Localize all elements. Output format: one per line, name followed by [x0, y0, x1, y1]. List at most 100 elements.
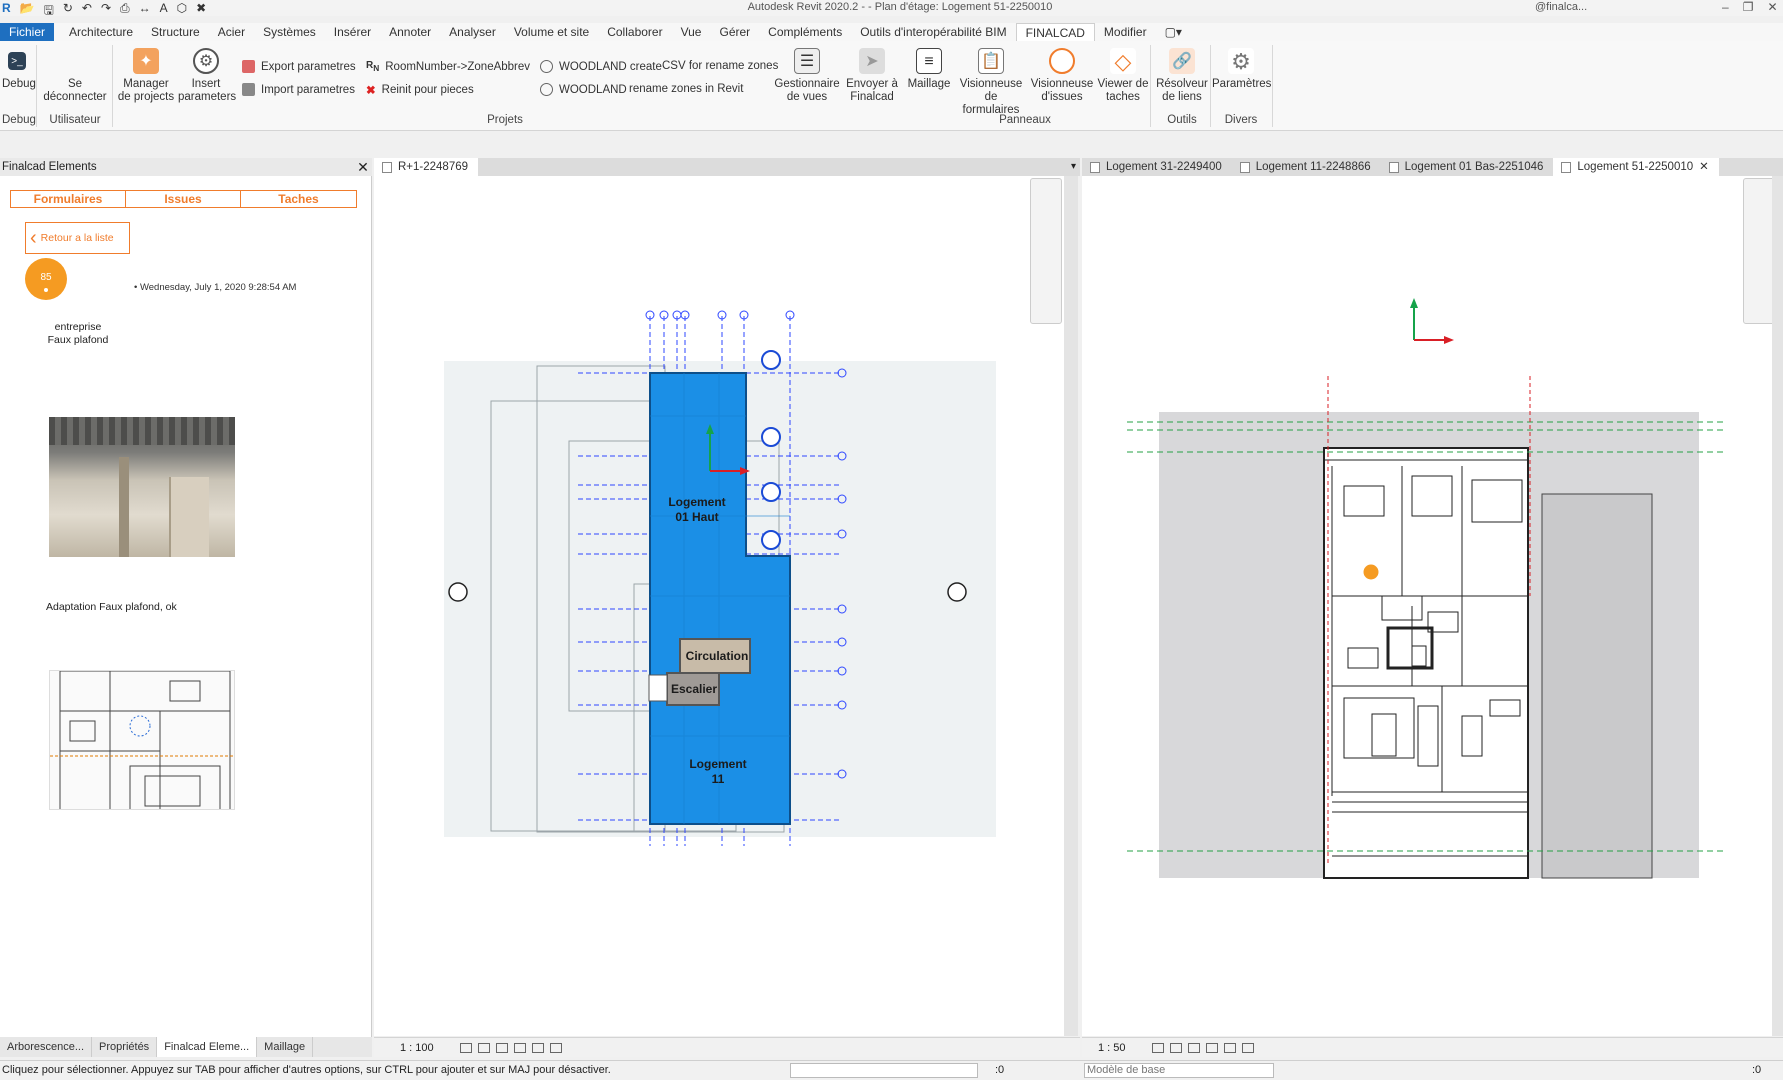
navigation-bar-view2[interactable]: [1743, 178, 1772, 324]
reinit-rooms-button[interactable]: ✖ Reinit pour pieces: [366, 83, 474, 97]
views-manager-button[interactable]: ☰ Gestionnaire de vues: [774, 48, 840, 104]
issue-circle-icon: [1049, 48, 1075, 74]
tab-collaborer[interactable]: Collaborer: [598, 23, 671, 41]
view-tab-menu-icon[interactable]: ▾: [1071, 158, 1080, 176]
visual-style-icon[interactable]: [477, 1042, 490, 1053]
navigation-bar-view1[interactable]: [1030, 178, 1062, 324]
forms-viewer-button[interactable]: 📋 Visionneuse de formulaires: [956, 48, 1026, 117]
insert-parameters-button[interactable]: ⚙ Insert parameters: [178, 48, 236, 104]
open-icon[interactable]: 📂: [20, 1, 35, 22]
floor-plan-view-r1[interactable]: Logement 01 Haut Circulation Escalier Log…: [374, 176, 1078, 1036]
tab-interop-bim[interactable]: Outils d'interopérabilité BIM: [851, 23, 1015, 41]
detail-level-icon[interactable]: [459, 1042, 472, 1053]
export-parameters-button[interactable]: Export parametres: [242, 60, 356, 73]
view2-scale[interactable]: 1 : 50: [1098, 1038, 1126, 1058]
tab-taches[interactable]: Taches: [240, 190, 357, 208]
settings-button[interactable]: ⚙ Paramètres: [1212, 48, 1271, 91]
csv-rename-zones-button[interactable]: CSV for rename zones: [662, 60, 778, 72]
workset-dropdown[interactable]: [790, 1063, 978, 1078]
manage-projects-button[interactable]: ✦ Manager de projects: [117, 48, 175, 104]
import-parameters-button[interactable]: Import parametres: [242, 83, 355, 96]
view-tab-logement-51[interactable]: Logement 51-2250010 ✕: [1553, 158, 1719, 176]
crop-view-icon[interactable]: [531, 1042, 544, 1053]
room-label-circulation[interactable]: Circulation: [686, 649, 749, 663]
hide-isolate-icon[interactable]: [549, 1042, 562, 1053]
ribbon-options-button[interactable]: ▢▾: [1156, 23, 1191, 41]
tab-formulaires[interactable]: Formulaires: [10, 190, 126, 208]
elevation-marker-east[interactable]: [947, 582, 967, 602]
restore-icon[interactable]: ❐: [1743, 0, 1754, 14]
design-option-dropdown[interactable]: Modèle de base: [1084, 1063, 1274, 1078]
close-tab-icon[interactable]: ✕: [1699, 158, 1709, 176]
selection-filter-count[interactable]: :0: [1752, 1061, 1761, 1080]
tab-acier[interactable]: Acier: [209, 23, 254, 41]
view-tab-logement-11[interactable]: Logement 11-2248866: [1232, 158, 1381, 176]
link-resolver-button[interactable]: 🔗 Résolveur de liens: [1155, 48, 1209, 104]
sync-icon[interactable]: ↻: [63, 1, 73, 22]
tab-inserer[interactable]: Insérer: [325, 23, 380, 41]
detail-level-icon[interactable]: [1151, 1042, 1164, 1053]
tab-architecture[interactable]: Architecture: [60, 23, 142, 41]
tab-issues[interactable]: Issues: [125, 190, 241, 208]
issue-comment: Adaptation Faux plafond, ok: [46, 601, 177, 613]
undo-icon[interactable]: ↶: [82, 1, 92, 22]
3d-view-icon[interactable]: ⬡: [177, 1, 187, 22]
text-icon[interactable]: A: [160, 1, 168, 22]
tab-finalcad[interactable]: FINALCAD: [1015, 23, 1095, 41]
close-hidden-icon[interactable]: ✖: [196, 1, 206, 22]
woodland-create-button[interactable]: WOODLAND create: [540, 60, 662, 73]
issue-pin-85[interactable]: [1362, 563, 1380, 581]
issue-photo[interactable]: [49, 417, 235, 557]
tab-finalcad-elements[interactable]: Finalcad Eleme...: [157, 1037, 258, 1057]
woodland-rename-button[interactable]: WOODLAND: [540, 83, 627, 96]
revit-logo-icon[interactable]: R: [2, 1, 11, 22]
redo-icon[interactable]: ↷: [101, 1, 111, 22]
tab-volume-et-site[interactable]: Volume et site: [505, 23, 598, 41]
minimize-icon[interactable]: –: [1722, 0, 1729, 14]
back-to-list-button[interactable]: ‹ Retour a la liste: [25, 222, 130, 254]
tab-systemes[interactable]: Systèmes: [254, 23, 325, 41]
panel-close-icon[interactable]: ✕: [356, 158, 370, 176]
view-tab-logement-31[interactable]: Logement 31-2249400: [1082, 158, 1232, 176]
rename-zones-button[interactable]: rename zones in Revit: [629, 83, 743, 95]
sun-path-icon[interactable]: [495, 1042, 508, 1053]
save-icon[interactable]: 🖫: [44, 1, 54, 22]
tab-proprietes[interactable]: Propriétés: [92, 1037, 158, 1057]
tasks-viewer-button[interactable]: ◇ Viewer de taches: [1096, 48, 1150, 104]
room-label-escalier[interactable]: Escalier: [671, 682, 717, 696]
floor-plan-icon: [382, 161, 392, 173]
tab-analyser[interactable]: Analyser: [440, 23, 505, 41]
tab-arborescence[interactable]: Arborescence...: [0, 1037, 93, 1057]
tab-fichier[interactable]: Fichier: [0, 23, 55, 41]
close-icon[interactable]: ✕: [1767, 0, 1777, 14]
room-label-logement-01-haut[interactable]: Logement 01 Haut: [668, 495, 725, 524]
elevation-marker-west[interactable]: [448, 582, 468, 602]
tab-gerer[interactable]: Gérer: [710, 23, 759, 41]
floor-plan-view-logement-51[interactable]: [1082, 176, 1772, 1036]
tab-complements[interactable]: Compléments: [759, 23, 851, 41]
issues-viewer-button[interactable]: Visionneuse d'issues: [1030, 48, 1094, 104]
shadows-icon[interactable]: [1205, 1042, 1218, 1053]
send-to-finalcad-button[interactable]: ➤ Envoyer à Finalcad: [844, 48, 900, 104]
view1-scale[interactable]: 1 : 100: [400, 1038, 434, 1058]
user-account[interactable]: @finalca...: [1535, 1, 1587, 13]
disconnect-button[interactable]: Se déconnecter: [42, 78, 108, 104]
sun-path-icon[interactable]: [1187, 1042, 1200, 1053]
tab-structure[interactable]: Structure: [142, 23, 209, 41]
tab-maillage[interactable]: Maillage: [257, 1037, 314, 1057]
print-icon[interactable]: ⎙: [120, 1, 130, 22]
mesh-button[interactable]: ≡ Maillage: [905, 48, 953, 91]
view-tab-r1[interactable]: R+1-2248769: [374, 158, 479, 176]
issue-plan-thumbnail[interactable]: [49, 670, 235, 810]
roomnumber-zoneabbrev-button[interactable]: RN RoomNumber->ZoneAbbrev: [366, 60, 530, 73]
tab-vue[interactable]: Vue: [672, 23, 711, 41]
view-tab-logement-01-bas[interactable]: Logement 01 Bas-2251046: [1381, 158, 1554, 176]
hide-isolate-icon[interactable]: [1241, 1042, 1254, 1053]
measure-icon[interactable]: ↔: [139, 1, 151, 22]
tab-modifier[interactable]: Modifier: [1095, 23, 1156, 41]
debug-button[interactable]: >_ Debug: [2, 52, 36, 91]
tab-annoter[interactable]: Annoter: [380, 23, 440, 41]
crop-view-icon[interactable]: [1223, 1042, 1236, 1053]
shadows-icon[interactable]: [513, 1042, 526, 1053]
visual-style-icon[interactable]: [1169, 1042, 1182, 1053]
